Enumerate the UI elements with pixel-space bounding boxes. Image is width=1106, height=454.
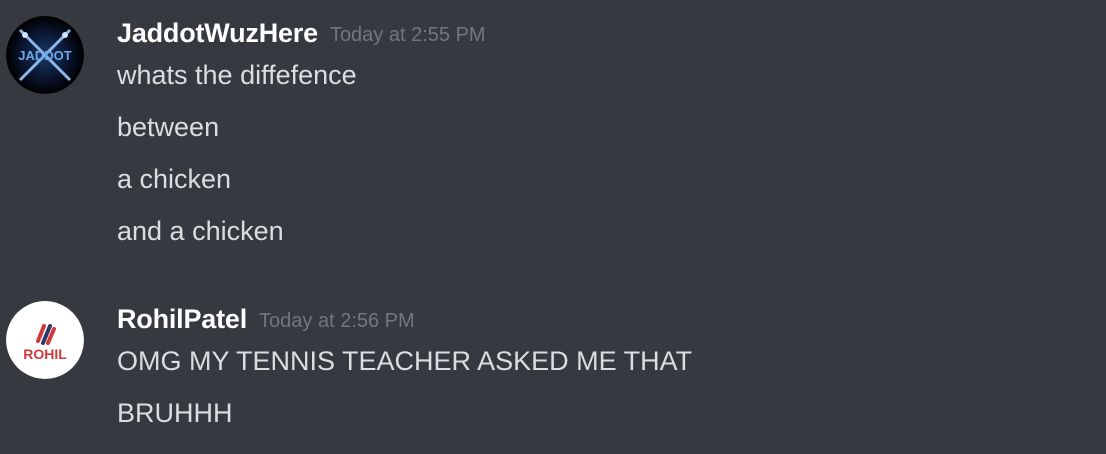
message-text: and a chicken [117,216,284,246]
message-text: OMG MY TENNIS TEACHER ASKED ME THAT [117,346,693,376]
message-group: JADDOT JaddotWuzHere Today at 2:55 PM wha… [0,15,1106,255]
avatar[interactable]: ROHIL [6,301,84,379]
svg-text:JADDOT: JADDOT [18,48,72,63]
message-header: RohilPatel Today at 2:56 PM [117,301,415,337]
message-text: between [117,112,220,142]
message-text: whats the diffefence [117,60,357,90]
message-text: BRUHHH [117,398,233,428]
message-header: JaddotWuzHere Today at 2:55 PM [117,15,486,51]
message-group: ROHIL RohilPatel Today at 2:56 PM OMG MY … [0,301,1106,441]
rohil-logo-avatar-icon: ROHIL [6,301,84,379]
chat-messages-pane: JADDOT JaddotWuzHere Today at 2:55 PM wha… [0,0,1106,454]
svg-text:ROHIL: ROHIL [23,346,67,362]
timestamp: Today at 2:56 PM [259,310,415,332]
avatar[interactable]: JADDOT [6,16,84,94]
message-text: a chicken [117,164,232,194]
jaddot-crossed-swords-avatar-icon: JADDOT [6,16,84,94]
username[interactable]: RohilPatel [117,304,247,334]
timestamp: Today at 2:55 PM [329,24,486,46]
username[interactable]: JaddotWuzHere [117,18,318,48]
